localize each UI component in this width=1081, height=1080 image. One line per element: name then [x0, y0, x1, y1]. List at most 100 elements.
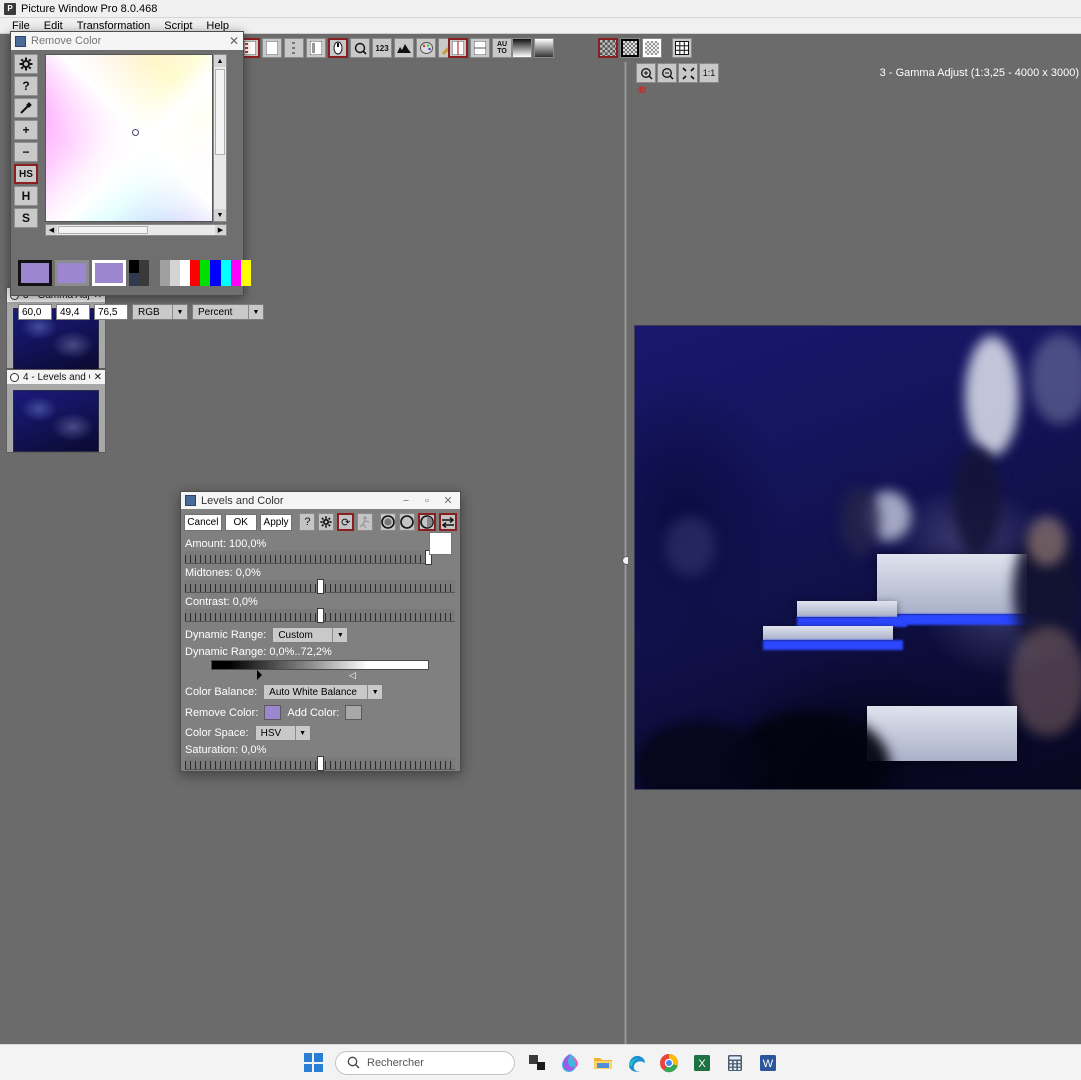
plus-button[interactable]: +	[14, 120, 38, 140]
pane-splitter[interactable]	[624, 62, 627, 1044]
start-button[interactable]	[302, 1052, 324, 1074]
close-icon[interactable]: ✕	[229, 34, 239, 48]
vscroll-thumb[interactable]	[215, 69, 225, 155]
close-icon[interactable]: ✕	[94, 372, 102, 383]
magnifier-icon[interactable]	[350, 38, 370, 58]
taskview-icon[interactable]	[526, 1052, 548, 1074]
main-image[interactable]	[634, 325, 1081, 790]
ok-button[interactable]: OK	[225, 514, 257, 531]
swatch-previous[interactable]	[55, 260, 89, 286]
gradient-dark-icon[interactable]	[512, 38, 532, 58]
zoom-in-button[interactable]	[636, 63, 656, 83]
swap-arrows-icon[interactable]	[439, 513, 457, 531]
minus-button[interactable]: −	[14, 142, 38, 162]
scroll-up-icon[interactable]: ▲	[214, 55, 226, 67]
palette-icon[interactable]	[416, 38, 436, 58]
circle-filled-icon[interactable]	[380, 513, 396, 531]
checker-black-icon[interactable]	[620, 38, 640, 58]
levels-dialog-titlebar[interactable]: Levels and Color − ▫ ✕	[181, 492, 460, 509]
amount-color-swatch[interactable]	[429, 532, 452, 555]
color-picker-hscrollbar[interactable]: ◀ ▶	[45, 224, 227, 236]
dynamic-range-select[interactable]: Custom ▼	[272, 627, 348, 643]
contrast-slider-thumb[interactable]	[317, 608, 324, 623]
maximize-button[interactable]: ▫	[419, 495, 435, 507]
dynamic-range-high-handle[interactable]: ◁	[349, 670, 356, 681]
menu-help[interactable]: Help	[199, 20, 236, 32]
word-icon[interactable]: W	[757, 1052, 779, 1074]
auto-button[interactable]: AUTO	[492, 38, 512, 58]
saturation-slider-thumb[interactable]	[317, 756, 324, 771]
file-explorer-icon[interactable]	[592, 1052, 614, 1074]
chevron-down-icon[interactable]: ▼	[367, 685, 382, 699]
histogram-icon[interactable]	[394, 38, 414, 58]
grid-icon[interactable]	[672, 38, 692, 58]
checker-dark-icon[interactable]	[598, 38, 618, 58]
color-palette[interactable]	[129, 260, 251, 286]
thumbnail-image[interactable]	[13, 390, 99, 452]
color-value-1[interactable]	[18, 304, 52, 320]
dynamic-range-low-handle[interactable]	[257, 670, 262, 680]
chevron-down-icon[interactable]: ▼	[248, 305, 263, 319]
dynamic-range-handles[interactable]: ◁	[185, 670, 456, 682]
dynamic-range-gradient[interactable]	[211, 660, 429, 670]
search-input[interactable]: Rechercher	[335, 1051, 515, 1075]
saturation-slider[interactable]	[185, 757, 455, 770]
eyedropper-icon[interactable]	[14, 98, 38, 118]
checker-white-icon[interactable]	[642, 38, 662, 58]
blank-page-icon[interactable]	[262, 38, 282, 58]
s-mode-button[interactable]: S	[14, 208, 38, 228]
thumbnail-titlebar[interactable]: 4 - Levels and Cc ✕	[7, 370, 105, 384]
cancel-button[interactable]: Cancel	[184, 514, 222, 531]
remove-color-swatch[interactable]	[264, 705, 281, 720]
numbers-icon[interactable]: 123	[372, 38, 392, 58]
settings-gear-icon[interactable]	[14, 54, 38, 74]
color-balance-select[interactable]: Auto White Balance ▼	[263, 684, 383, 700]
zoom-out-button[interactable]	[657, 63, 677, 83]
contrast-slider[interactable]	[185, 609, 455, 622]
scroll-right-icon[interactable]: ▶	[215, 225, 226, 235]
amount-slider[interactable]	[185, 551, 431, 564]
menu-edit[interactable]: Edit	[37, 20, 70, 32]
midtones-slider[interactable]	[185, 580, 455, 593]
settings-gear-icon[interactable]	[318, 513, 334, 531]
zoom-actual-button[interactable]: 1:1	[699, 63, 719, 83]
menu-file[interactable]: File	[5, 20, 37, 32]
color-picker-vscrollbar[interactable]: ▲ ▼	[213, 54, 227, 222]
edge-icon[interactable]	[625, 1052, 647, 1074]
copilot-icon[interactable]	[559, 1052, 581, 1074]
fit-to-window-button[interactable]	[678, 63, 698, 83]
color-value-2[interactable]	[56, 304, 90, 320]
color-picker-gradient[interactable]	[45, 54, 213, 222]
midtones-slider-thumb[interactable]	[317, 579, 324, 594]
scroll-down-icon[interactable]: ▼	[214, 209, 226, 221]
refresh-icon[interactable]: ⟳	[337, 513, 353, 531]
scroll-left-icon[interactable]: ◀	[46, 225, 57, 235]
color-space-select[interactable]: HSV ▼	[255, 725, 311, 741]
mouse-pointer-icon[interactable]	[328, 38, 348, 58]
color-value-3[interactable]	[94, 304, 128, 320]
panel-icon[interactable]	[306, 38, 326, 58]
swatch-current[interactable]	[92, 260, 126, 286]
excel-icon[interactable]: X	[691, 1052, 713, 1074]
hs-mode-button[interactable]: HS	[14, 164, 38, 184]
chevron-down-icon[interactable]: ▼	[332, 628, 347, 642]
close-icon[interactable]: ✕	[440, 494, 456, 507]
chrome-icon[interactable]	[658, 1052, 680, 1074]
dots-column-icon[interactable]	[284, 38, 304, 58]
chevron-down-icon[interactable]: ▼	[295, 726, 310, 740]
chevron-down-icon[interactable]: ▼	[172, 305, 187, 319]
circle-empty-icon[interactable]	[399, 513, 415, 531]
menu-script[interactable]: Script	[157, 20, 199, 32]
unit-select[interactable]: Percent ▼	[192, 304, 264, 320]
stack-view-icon[interactable]	[470, 38, 490, 58]
apply-button[interactable]: Apply	[260, 514, 293, 531]
swatch-original[interactable]	[18, 260, 52, 286]
color-model-select[interactable]: RGB ▼	[132, 304, 188, 320]
circle-half-icon[interactable]	[418, 513, 436, 531]
color-picker-cursor[interactable]	[132, 129, 139, 136]
add-color-swatch[interactable]	[345, 705, 362, 720]
h-mode-button[interactable]: H	[14, 186, 38, 206]
hscroll-thumb[interactable]	[58, 226, 148, 234]
thumbnail-window-levels[interactable]: 4 - Levels and Cc ✕	[6, 369, 106, 453]
remove-color-titlebar[interactable]: Remove Color ✕	[11, 32, 243, 50]
